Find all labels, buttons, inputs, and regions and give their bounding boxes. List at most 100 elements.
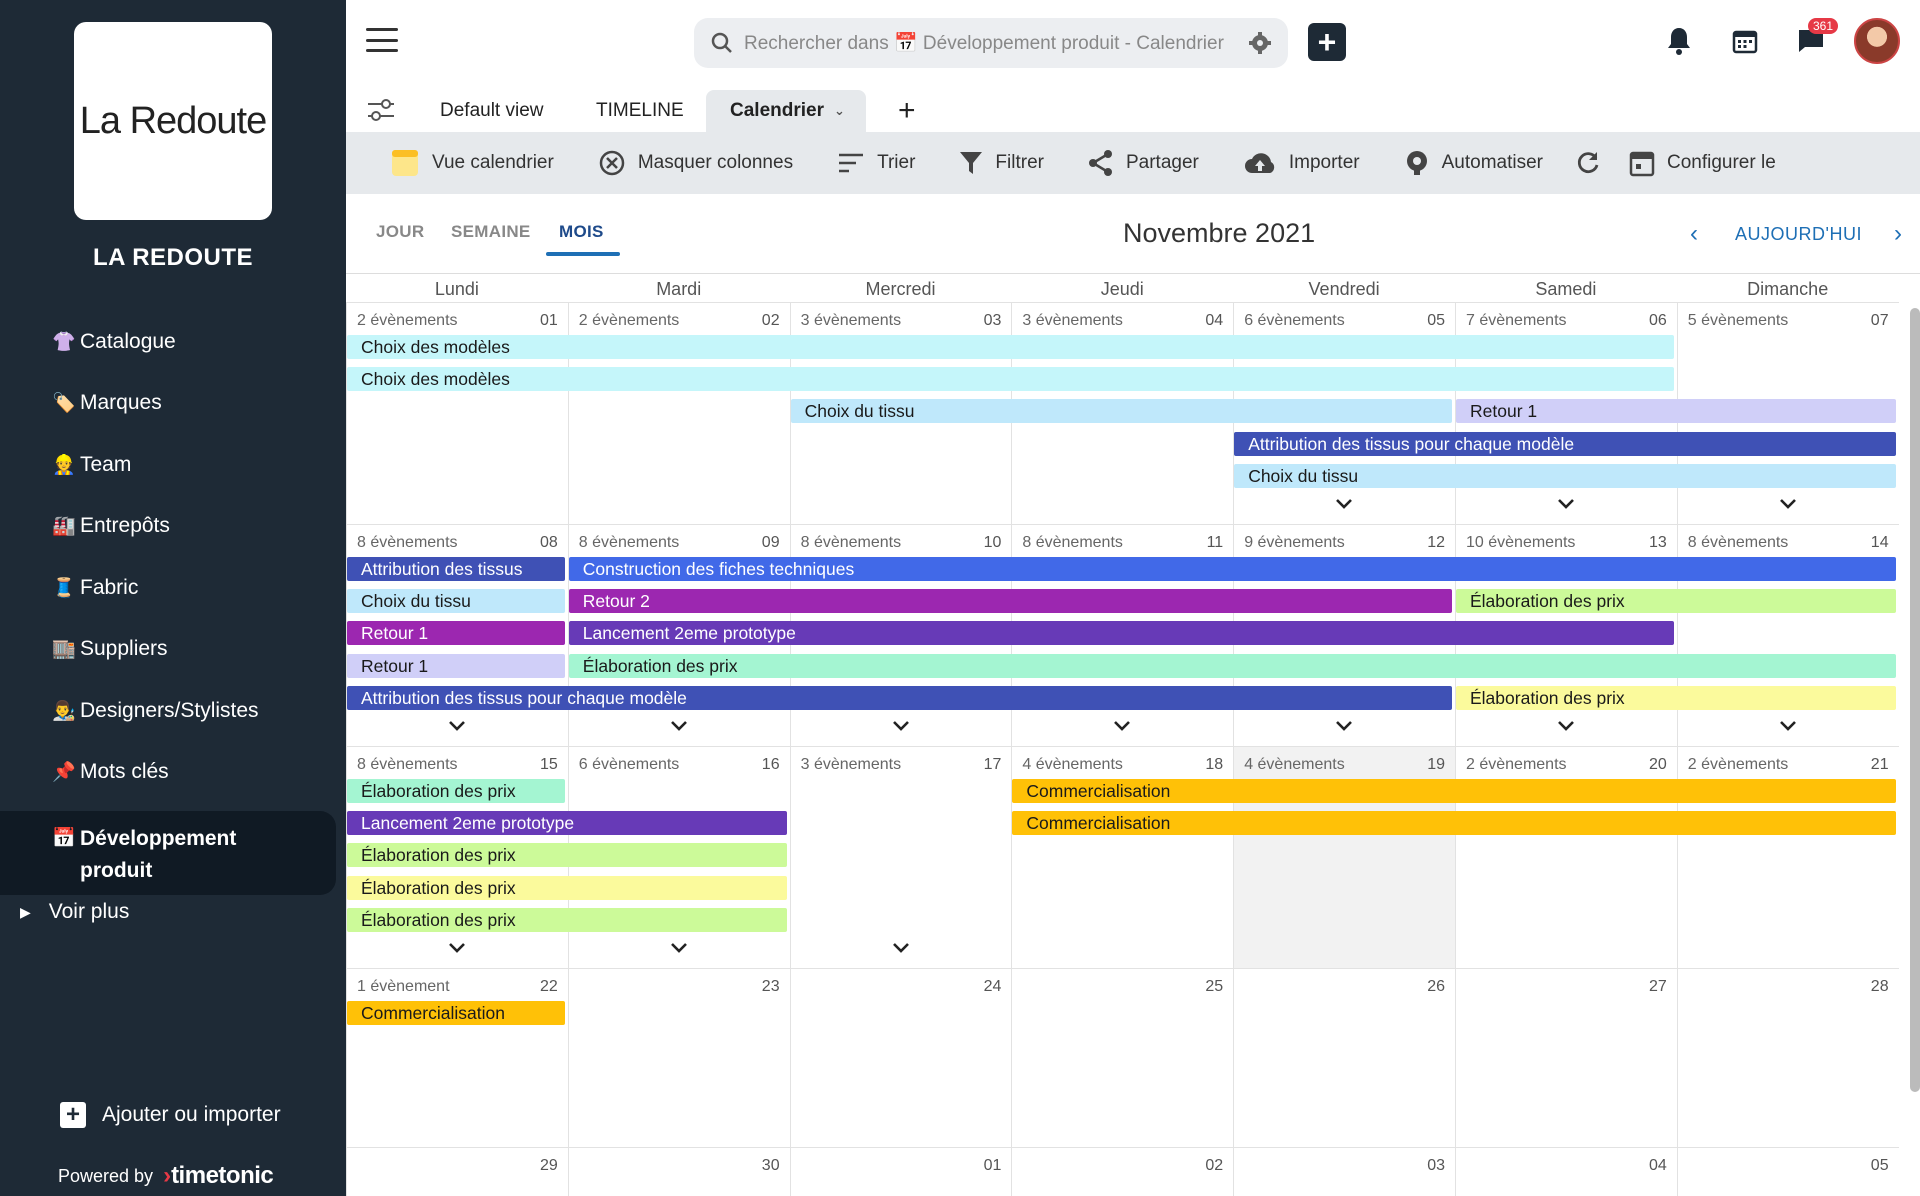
chevron-down-icon[interactable] bbox=[445, 938, 469, 959]
day-cell[interactable]: 23 bbox=[567, 968, 790, 1147]
org-logo[interactable]: La Redoute bbox=[74, 22, 272, 220]
messages-icon[interactable]: 361 bbox=[1788, 18, 1838, 64]
calendar-event[interactable]: Élaboration des prix bbox=[347, 907, 787, 932]
chevron-down-icon[interactable] bbox=[445, 716, 469, 737]
calendar-event[interactable]: Attribution des tissus pour chaque modèl… bbox=[1234, 431, 1896, 456]
chevron-down-icon: ⌄ bbox=[833, 103, 845, 118]
scrollbar[interactable] bbox=[1910, 308, 1920, 1092]
gear-icon[interactable] bbox=[1248, 31, 1272, 55]
toolbar-hide-columns-button[interactable]: Masquer colonnes bbox=[598, 149, 793, 177]
sidebar-item-catalogue[interactable]: 👚 Catalogue bbox=[0, 311, 346, 373]
calendar-event[interactable]: Choix du tissu bbox=[347, 589, 565, 614]
toolbar-refresh-button[interactable] bbox=[1575, 150, 1601, 176]
toolbar-filter-button[interactable]: Filtrer bbox=[959, 150, 1044, 176]
calendar-event[interactable]: Lancement 2eme prototype bbox=[568, 621, 1674, 646]
calendar-event[interactable]: Retour 2 bbox=[568, 589, 1452, 614]
mode-mois[interactable]: MOIS bbox=[559, 222, 604, 242]
mode-semaine[interactable]: SEMAINE bbox=[451, 222, 531, 242]
calendar-event[interactable]: Commercialisation bbox=[1012, 811, 1896, 836]
chevron-down-icon[interactable] bbox=[667, 716, 691, 737]
sidebar-item-mots-cles[interactable]: 📌 Mots clés bbox=[0, 742, 346, 804]
calendar-event[interactable]: Élaboration des prix bbox=[347, 875, 787, 900]
day-cell[interactable]: 01 bbox=[789, 1147, 1012, 1196]
day-number: 02 bbox=[761, 312, 780, 329]
chevron-down-icon[interactable] bbox=[889, 716, 913, 737]
calendar-event[interactable]: Retour 1 bbox=[1456, 399, 1896, 424]
day-cell[interactable]: 04 bbox=[1455, 1147, 1677, 1196]
sidebar-item-team[interactable]: 👷 Team bbox=[0, 434, 346, 496]
tab-timeline[interactable]: TIMELINE bbox=[596, 90, 684, 132]
calendar-event[interactable]: Élaboration des prix bbox=[568, 653, 1896, 678]
calendar-event[interactable]: Retour 1 bbox=[347, 653, 565, 678]
calendar-event[interactable]: Commercialisation bbox=[1012, 779, 1896, 803]
calendar-event[interactable]: Attribution des tissus bbox=[347, 557, 565, 581]
voir-plus-button[interactable]: ▶ Voir plus bbox=[20, 900, 129, 924]
chevron-down-icon[interactable] bbox=[889, 938, 913, 959]
today-button[interactable]: AUJOURD'HUI bbox=[1735, 224, 1862, 245]
chevron-right-icon[interactable]: › bbox=[1894, 220, 1902, 248]
day-cell[interactable]: 28 bbox=[1676, 968, 1899, 1147]
add-button[interactable]: + bbox=[1308, 23, 1346, 61]
toolbar-configure-calendar-button[interactable]: Configurer le bbox=[1629, 149, 1776, 177]
day-cell[interactable]: 27 bbox=[1455, 968, 1677, 1147]
toolbar-automate-button[interactable]: Automatiser bbox=[1404, 149, 1543, 177]
day-cell[interactable]: 25 bbox=[1011, 968, 1234, 1147]
avatar[interactable] bbox=[1854, 18, 1900, 64]
chevron-down-icon[interactable] bbox=[1110, 716, 1134, 737]
chevron-down-icon[interactable] bbox=[1332, 716, 1356, 737]
chevron-down-icon[interactable] bbox=[1776, 716, 1800, 737]
chevron-down-icon[interactable] bbox=[667, 938, 691, 959]
mode-jour[interactable]: JOUR bbox=[376, 222, 424, 242]
calendar-event[interactable]: Choix du tissu bbox=[1234, 463, 1896, 488]
toolbar-calendar-view-button[interactable]: Vue calendrier bbox=[390, 148, 554, 178]
calendar-event[interactable]: Élaboration des prix bbox=[347, 843, 787, 868]
sidebar-item-marques[interactable]: 🏷️ Marques bbox=[0, 373, 346, 435]
view-settings-icon[interactable] bbox=[366, 96, 396, 129]
chevron-left-icon[interactable]: ‹ bbox=[1690, 220, 1698, 248]
day-number: 07 bbox=[1870, 312, 1889, 329]
sidebar-item-entrepots[interactable]: 🏭 Entrepôts bbox=[0, 496, 346, 558]
calendar-event[interactable]: Construction des fiches techniques bbox=[568, 557, 1896, 581]
tab-calendrier[interactable]: Calendrier ⌄ bbox=[706, 90, 866, 132]
search-input[interactable]: Rechercher dans 📅 Développement produit … bbox=[744, 31, 1248, 55]
day-number: 25 bbox=[1205, 978, 1224, 995]
sidebar-item-fabric[interactable]: 🧵 Fabric bbox=[0, 557, 346, 619]
chevron-down-icon[interactable] bbox=[1776, 494, 1800, 515]
day-cell[interactable]: 02 bbox=[1011, 1147, 1234, 1196]
calendar-event[interactable]: Élaboration des prix bbox=[347, 779, 565, 803]
bell-icon[interactable] bbox=[1656, 18, 1702, 64]
chevron-down-icon[interactable] bbox=[1554, 716, 1578, 737]
chevron-down-icon[interactable] bbox=[1554, 494, 1578, 515]
day-cell[interactable]: 29 bbox=[346, 1147, 568, 1196]
search-bar[interactable]: Rechercher dans 📅 Développement produit … bbox=[694, 18, 1288, 68]
calendar-event[interactable]: Commercialisation bbox=[347, 1001, 565, 1025]
toolbar-cloud-upload-button[interactable]: Importer bbox=[1243, 151, 1360, 175]
menu-icon[interactable] bbox=[366, 28, 398, 52]
toolbar-share-button[interactable]: Partager bbox=[1088, 149, 1199, 177]
add-view-icon[interactable]: + bbox=[898, 90, 916, 132]
add-import-button[interactable]: + Ajouter ou importer bbox=[60, 1102, 281, 1128]
calendar-event[interactable]: Retour 1 bbox=[347, 621, 565, 646]
calendar-event[interactable]: Choix des modèles bbox=[347, 335, 1674, 359]
calendar-icon[interactable] bbox=[1722, 18, 1768, 64]
day-cell[interactable]: 24 bbox=[789, 968, 1012, 1147]
calendar-event[interactable]: Choix du tissu bbox=[790, 399, 1452, 424]
timetonic-logo[interactable]: ›timetonic bbox=[163, 1162, 274, 1190]
day-cell[interactable]: 30 bbox=[567, 1147, 790, 1196]
day-cell[interactable]: 03 bbox=[1233, 1147, 1455, 1196]
sidebar-item-developpement-produit[interactable]: 📅 Développement produit bbox=[0, 811, 336, 895]
calendar-event[interactable]: Attribution des tissus pour chaque modèl… bbox=[347, 685, 1452, 710]
sidebar-item-designers-stylistes[interactable]: 👨‍🎨 Designers/Stylistes bbox=[0, 680, 346, 742]
toolbar-sort-button[interactable]: Trier bbox=[837, 151, 915, 175]
calendar-event[interactable]: Choix des modèles bbox=[347, 367, 1674, 392]
day-cell[interactable]: 3 évènements 17 bbox=[789, 746, 1012, 968]
calendar-event[interactable]: Élaboration des prix bbox=[1456, 685, 1896, 710]
day-cell[interactable]: 1 évènement 22 bbox=[346, 968, 568, 1147]
day-cell[interactable]: 26 bbox=[1233, 968, 1455, 1147]
tab-default-view[interactable]: Default view bbox=[440, 90, 544, 132]
calendar-event[interactable]: Élaboration des prix bbox=[1456, 589, 1896, 614]
day-cell[interactable]: 05 bbox=[1676, 1147, 1899, 1196]
sidebar-item-suppliers[interactable]: 🏬 Suppliers bbox=[0, 619, 346, 681]
calendar-event[interactable]: Lancement 2eme prototype bbox=[347, 811, 787, 836]
chevron-down-icon[interactable] bbox=[1332, 494, 1356, 515]
